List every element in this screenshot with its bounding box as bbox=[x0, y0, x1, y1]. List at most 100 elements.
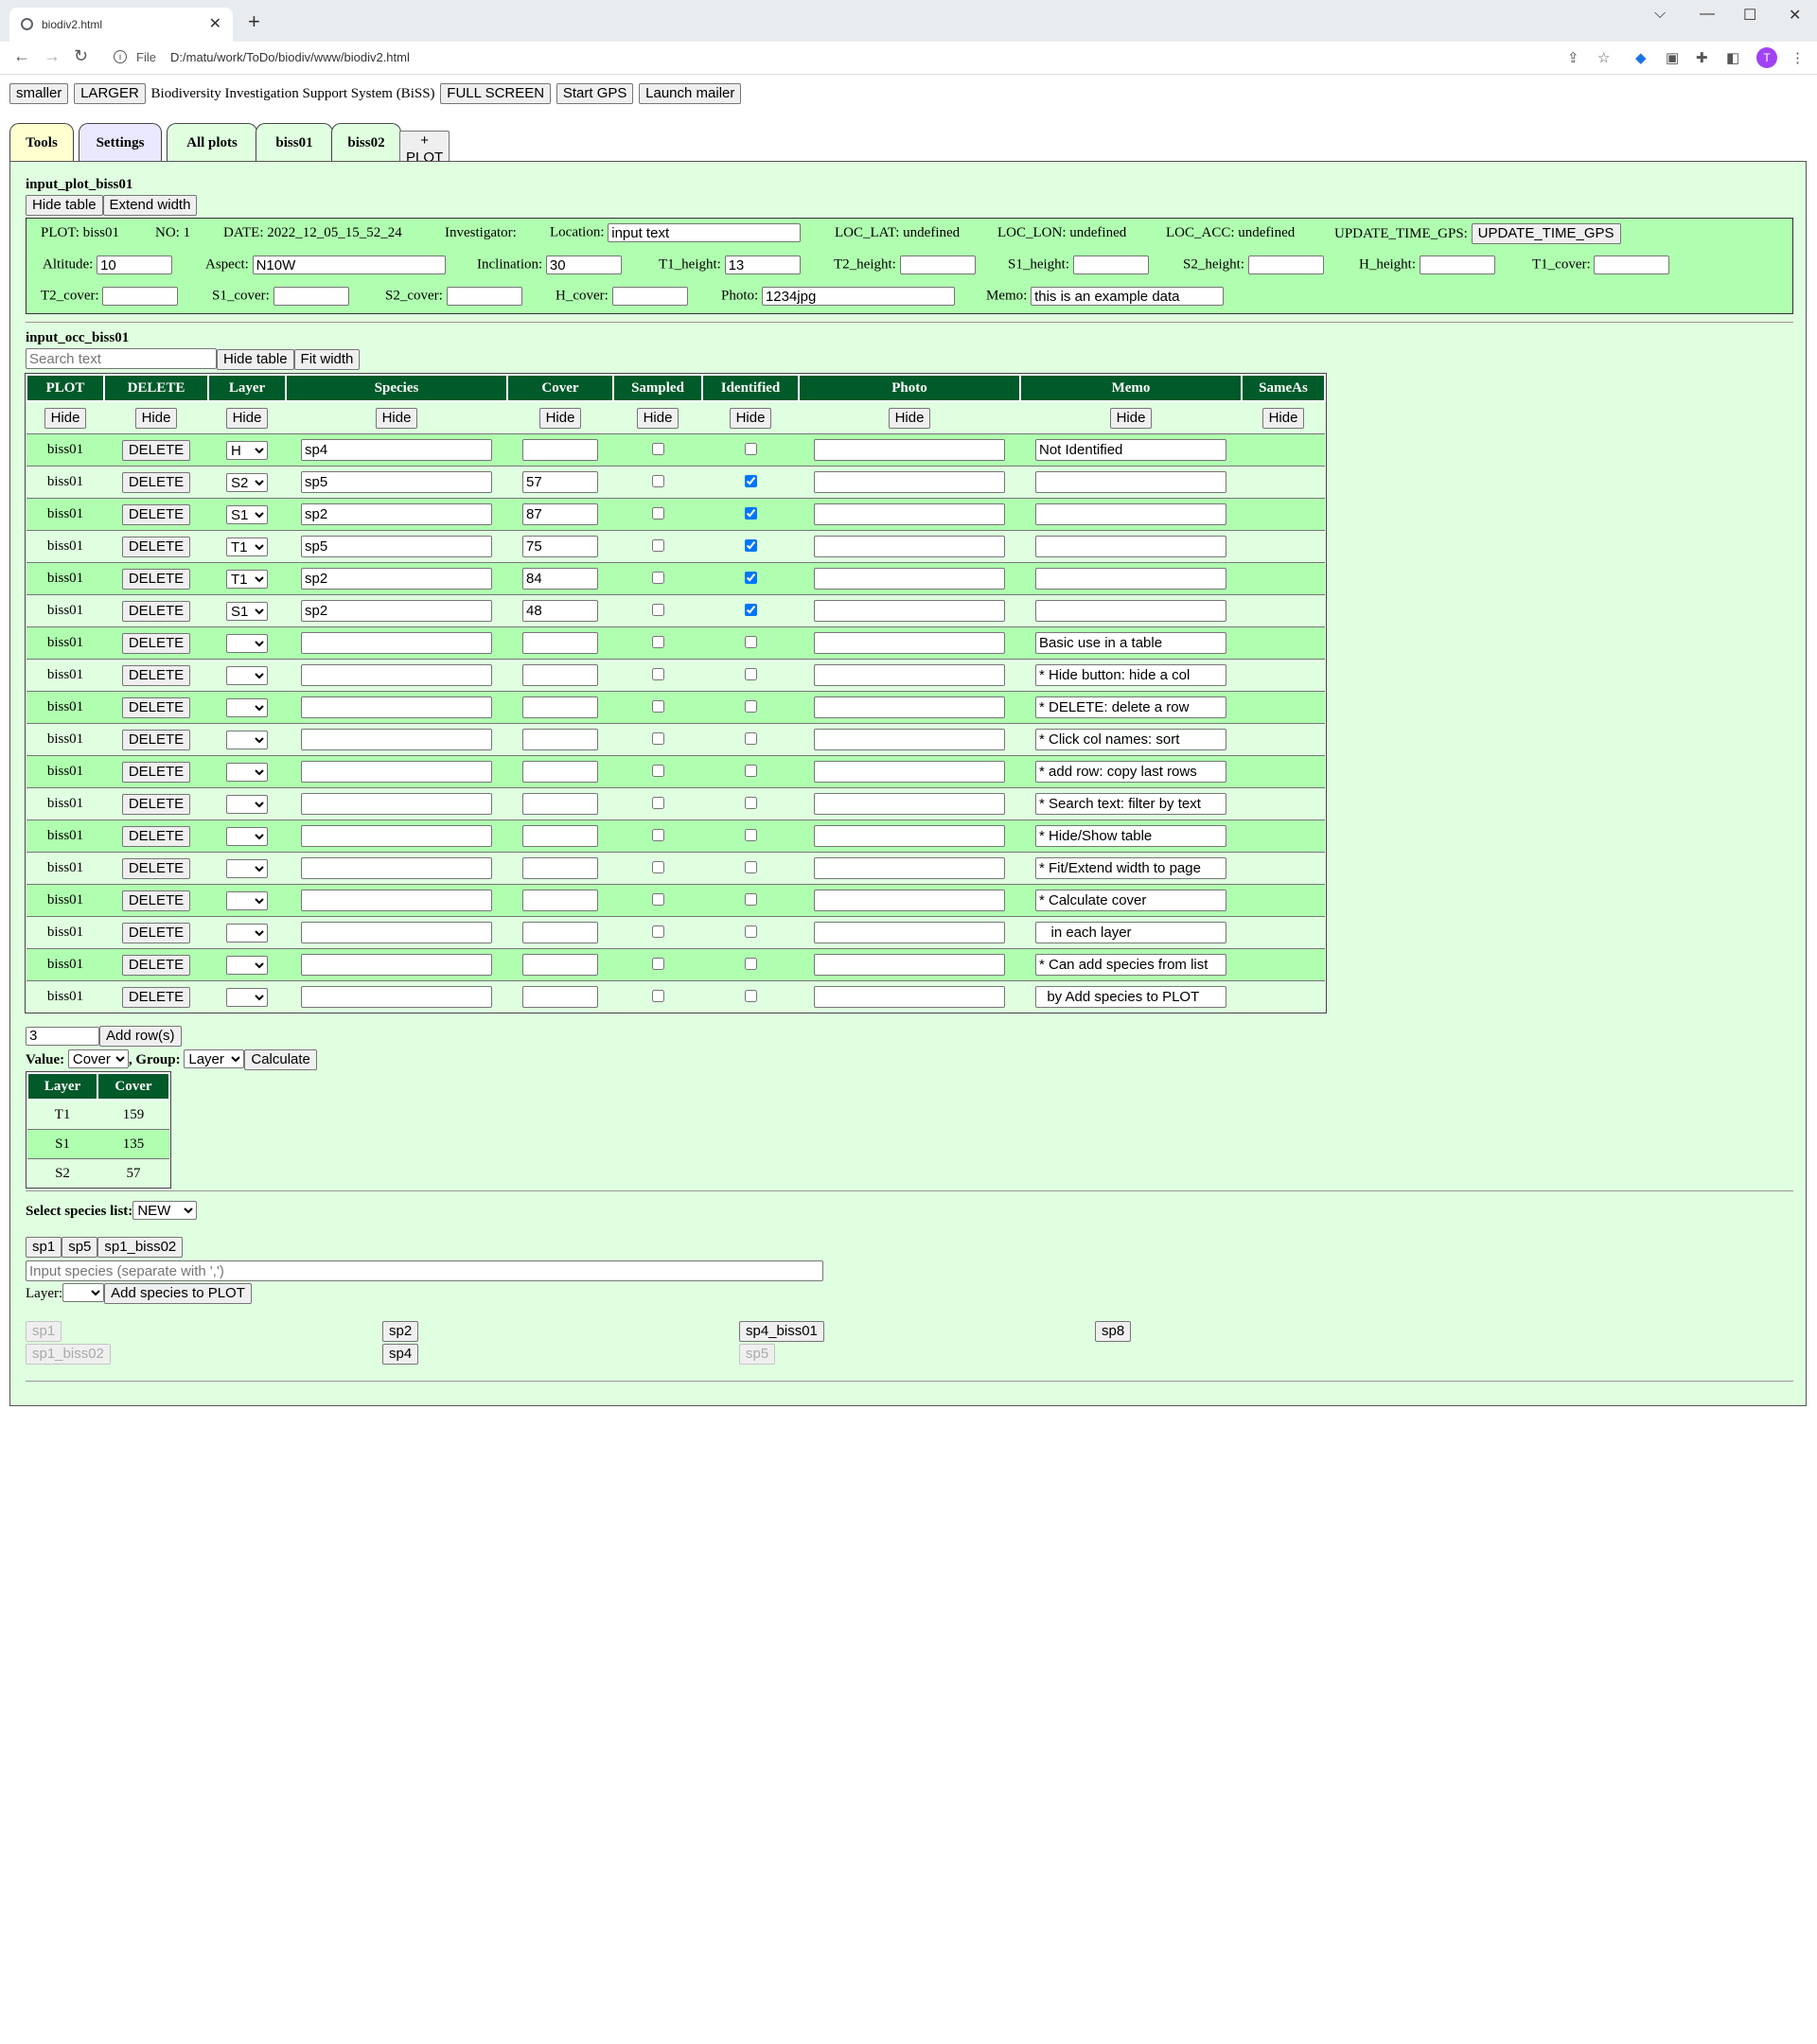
photo-cell-input[interactable] bbox=[814, 729, 1005, 750]
photo-cell-input[interactable] bbox=[814, 696, 1005, 718]
chevron-down-icon[interactable]: ⌵ bbox=[1654, 6, 1666, 23]
occ-hide-table-button[interactable]: Hide table bbox=[217, 348, 294, 370]
star-icon[interactable]: ☆ bbox=[1597, 49, 1610, 66]
memo-cell-input[interactable] bbox=[1035, 568, 1226, 590]
plot-hide-table-button[interactable]: Hide table bbox=[26, 195, 103, 216]
summary-col-cover[interactable]: Cover bbox=[97, 1072, 170, 1101]
s2-height-input[interactable] bbox=[1247, 256, 1324, 274]
col-header-identified[interactable]: Identified bbox=[701, 374, 800, 402]
group-select[interactable]: Layer bbox=[184, 1049, 245, 1068]
hide-photo-col-button[interactable]: Hide bbox=[888, 407, 931, 429]
add-rows-count-input[interactable] bbox=[26, 1026, 99, 1046]
forward-icon[interactable]: → bbox=[44, 46, 61, 66]
sampled-checkbox[interactable] bbox=[652, 475, 664, 487]
maximize-icon[interactable]: ☐ bbox=[1743, 6, 1756, 25]
sampled-checkbox[interactable] bbox=[652, 668, 664, 680]
hide-species-col-button[interactable]: Hide bbox=[375, 407, 418, 429]
photo-cell-input[interactable] bbox=[814, 664, 1005, 686]
s1-cover-input[interactable] bbox=[273, 287, 349, 306]
layer-select[interactable]: T1T2S1S2H bbox=[226, 762, 268, 782]
sampled-checkbox[interactable] bbox=[652, 700, 664, 713]
delete-row-button[interactable]: DELETE bbox=[121, 536, 191, 557]
cover-cell-input[interactable] bbox=[522, 729, 598, 750]
identified-checkbox[interactable] bbox=[745, 829, 757, 841]
sampled-checkbox[interactable] bbox=[652, 958, 664, 970]
identified-checkbox[interactable] bbox=[745, 604, 757, 616]
species-button[interactable]: sp1_biss02 bbox=[26, 1344, 111, 1365]
tab-biss01[interactable]: biss01 bbox=[256, 123, 333, 162]
add-rows-button[interactable]: Add row(s) bbox=[99, 1026, 182, 1047]
identified-checkbox[interactable] bbox=[745, 925, 757, 938]
smaller-button[interactable]: smaller bbox=[9, 83, 69, 104]
tab-all-plots[interactable]: All plots bbox=[167, 123, 257, 161]
layer-select[interactable]: T1T2S1S2H bbox=[226, 826, 268, 846]
occ-search-input[interactable] bbox=[26, 348, 217, 369]
col-header-sampled[interactable]: Sampled bbox=[612, 374, 703, 402]
delete-row-button[interactable]: DELETE bbox=[121, 793, 191, 815]
cover-cell-input[interactable] bbox=[522, 600, 598, 622]
sampled-checkbox[interactable] bbox=[652, 990, 664, 1002]
delete-row-button[interactable]: DELETE bbox=[121, 600, 191, 622]
col-header-sameas[interactable]: SameAs bbox=[1241, 374, 1326, 402]
species-cell-input[interactable] bbox=[301, 632, 492, 654]
delete-row-button[interactable]: DELETE bbox=[121, 632, 191, 654]
url-text[interactable]: D:/matu/work/ToDo/biodiv/www/biodiv2.htm… bbox=[170, 50, 410, 64]
memo-cell-input[interactable] bbox=[1035, 954, 1226, 976]
species-button[interactable]: sp4_biss01 bbox=[739, 1321, 824, 1342]
aspect-input[interactable] bbox=[252, 256, 446, 274]
s1-height-input[interactable] bbox=[1072, 256, 1149, 274]
memo-cell-input[interactable] bbox=[1035, 761, 1226, 783]
puzzle-icon[interactable]: ✚ bbox=[1696, 49, 1708, 66]
extend-width-button[interactable]: Extend width bbox=[102, 195, 198, 216]
identified-checkbox[interactable] bbox=[745, 539, 757, 552]
info-icon[interactable]: i bbox=[114, 50, 127, 63]
tab-biss02[interactable]: biss02 bbox=[331, 123, 401, 161]
species-cell-input[interactable] bbox=[301, 503, 492, 525]
sampled-checkbox[interactable] bbox=[652, 732, 664, 745]
species-cell-input[interactable] bbox=[301, 696, 492, 718]
layer-select[interactable]: T1T2S1S2H bbox=[226, 890, 268, 910]
species-cell-input[interactable] bbox=[301, 890, 492, 911]
memo-input[interactable] bbox=[1031, 287, 1225, 306]
sampled-checkbox[interactable] bbox=[652, 572, 664, 584]
species-cell-input[interactable] bbox=[301, 793, 492, 815]
memo-cell-input[interactable] bbox=[1035, 922, 1226, 943]
delete-row-button[interactable]: DELETE bbox=[121, 568, 191, 590]
t1-cover-input[interactable] bbox=[1594, 256, 1670, 274]
delete-row-button[interactable]: DELETE bbox=[121, 471, 191, 493]
species-input[interactable] bbox=[26, 1260, 823, 1281]
hide-plot-col-button[interactable]: Hide bbox=[44, 407, 87, 429]
memo-cell-input[interactable] bbox=[1035, 729, 1226, 750]
summary-col-layer[interactable]: Layer bbox=[26, 1072, 98, 1101]
value-select[interactable]: Cover bbox=[67, 1049, 129, 1068]
delete-row-button[interactable]: DELETE bbox=[121, 696, 191, 718]
layer-select[interactable]: T1T2S1S2H bbox=[226, 504, 268, 524]
side-panel-icon[interactable]: ◧ bbox=[1726, 49, 1739, 66]
cover-cell-input[interactable] bbox=[522, 857, 598, 879]
delete-row-button[interactable]: DELETE bbox=[121, 664, 191, 686]
photo-cell-input[interactable] bbox=[814, 922, 1005, 943]
layer-select[interactable]: T1T2S1S2H bbox=[226, 601, 268, 621]
layer-select[interactable]: T1T2S1S2H bbox=[226, 794, 268, 814]
menu-dots-icon[interactable]: ⋮ bbox=[1791, 49, 1805, 66]
photo-cell-input[interactable] bbox=[814, 536, 1005, 557]
layer-select[interactable]: T1T2S1S2H bbox=[226, 987, 268, 1007]
col-header-cover[interactable]: Cover bbox=[506, 374, 614, 402]
profile-avatar[interactable]: T bbox=[1756, 47, 1777, 68]
cover-cell-input[interactable] bbox=[522, 696, 598, 718]
layer-select[interactable]: T1T2S1S2H bbox=[226, 955, 268, 975]
hide-sampled-col-button[interactable]: Hide bbox=[636, 407, 679, 429]
sampled-checkbox[interactable] bbox=[652, 604, 664, 616]
cover-cell-input[interactable] bbox=[522, 890, 598, 911]
cover-cell-input[interactable] bbox=[522, 471, 598, 493]
sampled-checkbox[interactable] bbox=[652, 765, 664, 777]
layer-select[interactable]: T1T2S1S2H bbox=[226, 697, 268, 717]
layer-select[interactable]: T1T2S1S2H bbox=[226, 923, 268, 943]
reload-icon[interactable]: ↻ bbox=[74, 46, 88, 66]
memo-cell-input[interactable] bbox=[1035, 793, 1226, 815]
identified-checkbox[interactable] bbox=[745, 636, 757, 648]
species-button[interactable]: sp8 bbox=[1095, 1321, 1132, 1342]
identified-checkbox[interactable] bbox=[745, 572, 757, 584]
cover-cell-input[interactable] bbox=[522, 503, 598, 525]
quick-species-button[interactable]: sp1_biss02 bbox=[97, 1237, 184, 1258]
